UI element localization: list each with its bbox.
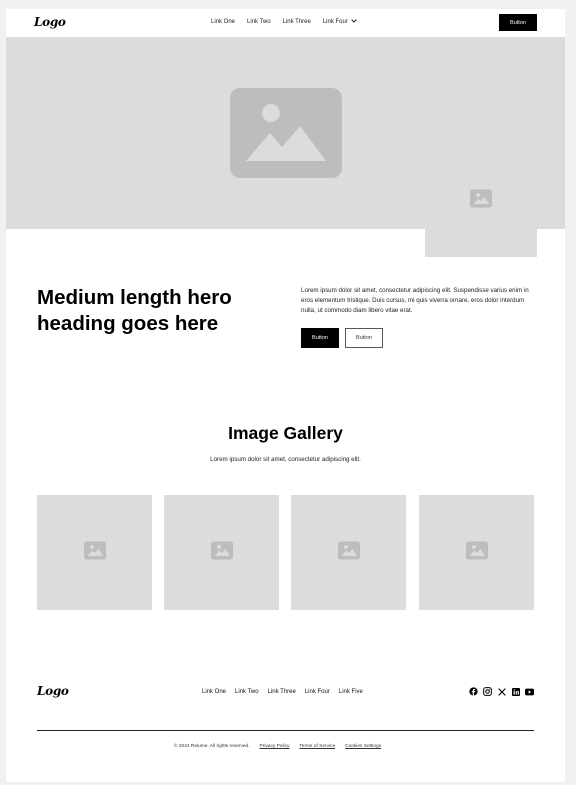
- image-icon: [83, 541, 106, 564]
- gallery-image-1[interactable]: [37, 495, 152, 610]
- linkedin-icon[interactable]: [511, 687, 520, 696]
- gallery-subheading: Lorem ipsum dolor sit amet, consectetur …: [210, 456, 361, 463]
- footer-links: Link One Link Two Link Three Link Four L…: [202, 689, 372, 695]
- hero-secondary-image: [425, 145, 537, 257]
- gallery-image-3[interactable]: [291, 495, 406, 610]
- nav-link-two[interactable]: Link Two: [247, 19, 271, 25]
- footer-link-three[interactable]: Link Three: [268, 689, 296, 695]
- page: Logo Link One Link Two Link Three Link F…: [6, 9, 565, 782]
- nav-link-four-dropdown[interactable]: Link Four: [323, 19, 357, 25]
- cookies-settings-link[interactable]: Cookies Settings: [345, 744, 381, 749]
- copyright-text: © 2024 Relume. All rights reserved.: [174, 744, 250, 749]
- hero-primary-button[interactable]: Button: [301, 328, 339, 348]
- x-icon[interactable]: [497, 687, 506, 696]
- footer-link-one[interactable]: Link One: [202, 689, 226, 695]
- instagram-icon[interactable]: [483, 687, 492, 696]
- chevron-down-icon: [351, 19, 357, 25]
- footer-link-four[interactable]: Link Four: [305, 689, 330, 695]
- nav-link-four: Link Four: [322, 19, 348, 25]
- social-links: [469, 687, 539, 696]
- image-icon: [465, 541, 488, 564]
- nav-links: Link One Link Two Link Three Link Four: [211, 19, 369, 25]
- footer-logo[interactable]: Logo: [37, 684, 69, 698]
- gallery-image-2[interactable]: [164, 495, 279, 610]
- footer-link-two[interactable]: Link Two: [235, 689, 259, 695]
- image-icon: [337, 541, 360, 564]
- footer-divider: [37, 730, 534, 731]
- nav-link-three[interactable]: Link Three: [283, 19, 311, 25]
- image-icon: [210, 541, 233, 564]
- nav-link-one[interactable]: Link One: [211, 19, 235, 25]
- image-placeholder-icon: [230, 88, 342, 178]
- footer-legal: © 2024 Relume. All rights reserved. Priv…: [174, 744, 391, 749]
- hero-secondary-button[interactable]: Button: [345, 328, 383, 348]
- hero-description: Lorem ipsum dolor sit amet, consectetur …: [301, 287, 529, 314]
- footer-link-five[interactable]: Link Five: [339, 689, 363, 695]
- logo[interactable]: Logo: [34, 15, 66, 29]
- facebook-icon[interactable]: [469, 687, 478, 696]
- terms-of-service-link[interactable]: Terms of Service: [299, 744, 335, 749]
- gallery-heading: Image Gallery: [228, 423, 343, 443]
- hero-heading: Medium length hero heading goes here: [37, 286, 232, 335]
- gallery-image-4[interactable]: [419, 495, 534, 610]
- youtube-icon[interactable]: [525, 687, 534, 696]
- privacy-policy-link[interactable]: Privacy Policy: [260, 744, 290, 749]
- nav-button[interactable]: Button: [499, 14, 537, 31]
- navbar: Logo Link One Link Two Link Three Link F…: [6, 9, 565, 37]
- image-icon: [470, 189, 492, 213]
